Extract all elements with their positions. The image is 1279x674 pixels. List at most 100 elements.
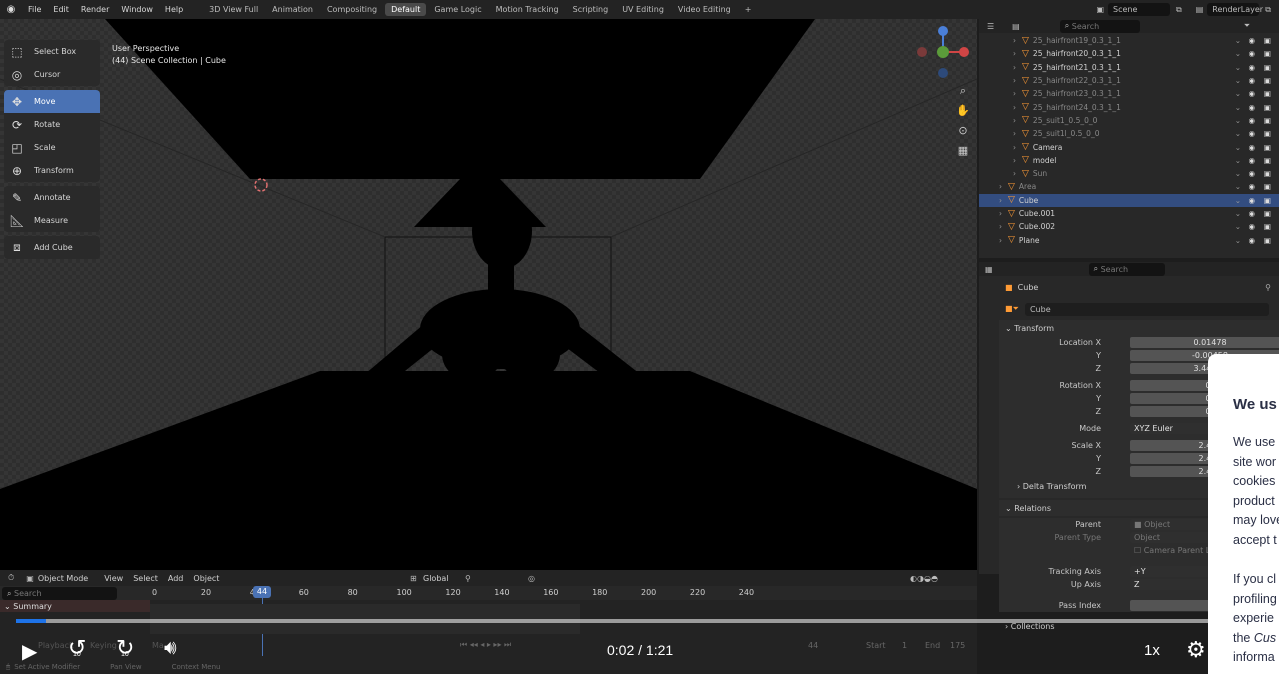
scene-selector[interactable]: Scene	[1108, 3, 1170, 16]
outliner-item[interactable]: › ▽ Cube.001 ⌄ ◉ ▣	[979, 207, 1279, 220]
render-camera-icon[interactable]: ▣	[1264, 36, 1271, 45]
tab-animation[interactable]: Animation	[266, 3, 319, 16]
visibility-eye-icon[interactable]: ◉	[1248, 196, 1255, 205]
visibility-eye-icon[interactable]: ◉	[1248, 63, 1255, 72]
render-camera-icon[interactable]: ▣	[1264, 182, 1271, 191]
render-camera-icon[interactable]: ▣	[1264, 209, 1271, 218]
menu-file[interactable]: File	[28, 5, 41, 14]
expand-arrow-icon[interactable]: ›	[1013, 76, 1016, 85]
expand-arrow-icon[interactable]: ›	[999, 236, 1002, 245]
visibility-eye-icon[interactable]: ◉	[1248, 36, 1255, 45]
visibility-eye-icon[interactable]: ◉	[1248, 222, 1255, 231]
menu-help[interactable]: Help	[165, 5, 183, 14]
visibility-eye-icon[interactable]: ◉	[1248, 129, 1255, 138]
render-camera-icon[interactable]: ▣	[1264, 143, 1271, 152]
object-name-field[interactable]: Cube	[1024, 302, 1269, 316]
menu-select[interactable]: Select	[133, 574, 158, 583]
tab-default[interactable]: Default	[385, 3, 427, 16]
tool-measure[interactable]: 📐︎ Measure	[4, 209, 100, 232]
visibility-eye-icon[interactable]: ◉	[1248, 169, 1255, 178]
expand-arrow-icon[interactable]: ›	[1013, 103, 1016, 112]
expand-arrow-icon[interactable]: ›	[1013, 36, 1016, 45]
render-layer-selector[interactable]: RenderLayer	[1207, 3, 1263, 16]
menu-window[interactable]: Window	[121, 5, 153, 14]
tool-rotate[interactable]: ⟳ Rotate	[4, 113, 100, 136]
playback-speed-button[interactable]: 1x	[1144, 642, 1160, 659]
render-camera-icon[interactable]: ▣	[1264, 103, 1271, 112]
filter-icon[interactable]: ⏷	[1244, 21, 1250, 31]
outliner-item[interactable]: › ▽ Cube ⌄ ◉ ▣	[979, 193, 1279, 207]
render-camera-icon[interactable]: ▣	[1264, 49, 1271, 58]
play-icon[interactable]: ▶	[22, 639, 37, 664]
volume-icon[interactable]: 🔊︎	[164, 637, 177, 660]
expand-arrow-icon[interactable]: ›	[999, 182, 1002, 191]
camera-view-icon[interactable]: ⊙	[955, 121, 971, 141]
visibility-eye-icon[interactable]: ◉	[1248, 143, 1255, 152]
visibility-eye-icon[interactable]: ◉	[1248, 116, 1255, 125]
proportional-icon[interactable]: ◎	[528, 574, 535, 583]
visibility-eye-icon[interactable]: ◉	[1248, 156, 1255, 165]
outliner-item[interactable]: › ▽ 25_hairfront22_0.3_1_1 ⌄ ◉ ▣	[979, 74, 1279, 87]
expand-arrow-icon[interactable]: ›	[999, 209, 1002, 218]
expand-arrow-icon[interactable]: ›	[1013, 116, 1016, 125]
tab-uv-editing[interactable]: UV Editing	[616, 3, 670, 16]
tool-select-box[interactable]: ⬚ Select Box	[4, 40, 100, 63]
render-camera-icon[interactable]: ▣	[1264, 236, 1271, 245]
tab-game-logic[interactable]: Game Logic	[428, 3, 487, 16]
expand-arrow-icon[interactable]: ›	[1013, 143, 1016, 152]
orientation-select[interactable]: Global	[423, 574, 449, 583]
video-progress-track[interactable]	[16, 619, 1208, 623]
expand-arrow-icon[interactable]: ›	[1013, 169, 1016, 178]
copy-layer-icon[interactable]: ⧉	[1265, 5, 1271, 15]
expand-arrow-icon[interactable]: ›	[1013, 63, 1016, 72]
outliner-editor-icon[interactable]: ☰	[987, 22, 994, 31]
outliner-item[interactable]: › ▽ Area ⌄ ◉ ▣	[979, 180, 1279, 193]
editor-type-icon[interactable]: ⏱	[8, 573, 14, 583]
cookie-customize-link[interactable]: Cus	[1254, 631, 1276, 645]
properties-search[interactable]: ⌕ Search	[1088, 262, 1165, 276]
expand-arrow-icon[interactable]: ›	[1013, 89, 1016, 98]
outliner-item[interactable]: › ▽ 25_hairfront19_0.3_1_1 ⌄ ◉ ▣	[979, 34, 1279, 47]
outliner-item[interactable]: › ▽ 25_hairfront21_0.3_1_1 ⌄ ◉ ▣	[979, 61, 1279, 74]
tab-3d-view-full[interactable]: 3D View Full	[203, 3, 264, 16]
menu-object[interactable]: Object	[193, 574, 219, 583]
render-camera-icon[interactable]: ▣	[1264, 222, 1271, 231]
visibility-eye-icon[interactable]: ◉	[1248, 103, 1255, 112]
render-camera-icon[interactable]: ▣	[1264, 169, 1271, 178]
snap-icon[interactable]: ⚲	[465, 574, 471, 583]
tab-motion-tracking[interactable]: Motion Tracking	[490, 3, 565, 16]
forward-10-icon[interactable]: ↻ 10	[116, 637, 134, 659]
expand-arrow-icon[interactable]: ›	[1013, 156, 1016, 165]
tool-transform[interactable]: ⊕ Transform	[4, 159, 100, 182]
ortho-grid-icon[interactable]: ▦	[955, 141, 971, 161]
tool-cursor[interactable]: ◎ Cursor	[4, 63, 100, 86]
location-x-field[interactable]: 0.01478	[1130, 337, 1279, 348]
menu-edit[interactable]: Edit	[53, 5, 69, 14]
render-camera-icon[interactable]: ▣	[1264, 196, 1271, 205]
pan-hand-icon[interactable]: ✋	[955, 101, 971, 121]
visibility-eye-icon[interactable]: ◉	[1248, 236, 1255, 245]
copy-scene-icon[interactable]: ⧉	[1176, 5, 1182, 15]
outliner-item[interactable]: › ▽ Camera ⌄ ◉ ▣	[979, 140, 1279, 153]
menu-view[interactable]: View	[104, 574, 123, 583]
tool-move[interactable]: ✥ Move	[4, 90, 100, 113]
outliner-item[interactable]: › ▽ 25_hairfront20_0.3_1_1 ⌄ ◉ ▣	[979, 47, 1279, 60]
render-camera-icon[interactable]: ▣	[1264, 63, 1271, 72]
tool-scale[interactable]: ◰ Scale	[4, 136, 100, 159]
tool-annotate[interactable]: ✎ Annotate	[4, 186, 100, 209]
outliner-item[interactable]: › ▽ 25_hairfront23_0.3_1_1 ⌄ ◉ ▣	[979, 87, 1279, 100]
expand-arrow-icon[interactable]: ›	[1013, 49, 1016, 58]
object-datablock-icon[interactable]: ■⏷	[1005, 304, 1019, 314]
outliner-item[interactable]: › ▽ 25_suit1_0.5_0_0 ⌄ ◉ ▣	[979, 114, 1279, 127]
transform-section[interactable]: ⌄ Transform	[999, 320, 1279, 336]
summary-channel[interactable]: ⌄ Summary	[0, 600, 150, 612]
settings-gear-icon[interactable]: ⚙	[1186, 637, 1206, 663]
3d-viewport[interactable]: User Perspective (44) Scene Collection |…	[0, 19, 977, 570]
properties-editor-icon[interactable]: ▦	[985, 265, 993, 274]
visibility-eye-icon[interactable]: ◉	[1248, 76, 1255, 85]
tab-video-editing[interactable]: Video Editing	[672, 3, 737, 16]
menu-add[interactable]: Add	[168, 574, 184, 583]
render-camera-icon[interactable]: ▣	[1264, 116, 1271, 125]
outliner-item[interactable]: › ▽ 25_hairfront24_0.3_1_1 ⌄ ◉ ▣	[979, 100, 1279, 113]
tool-add-cube[interactable]: ⧈ Add Cube	[4, 236, 100, 259]
